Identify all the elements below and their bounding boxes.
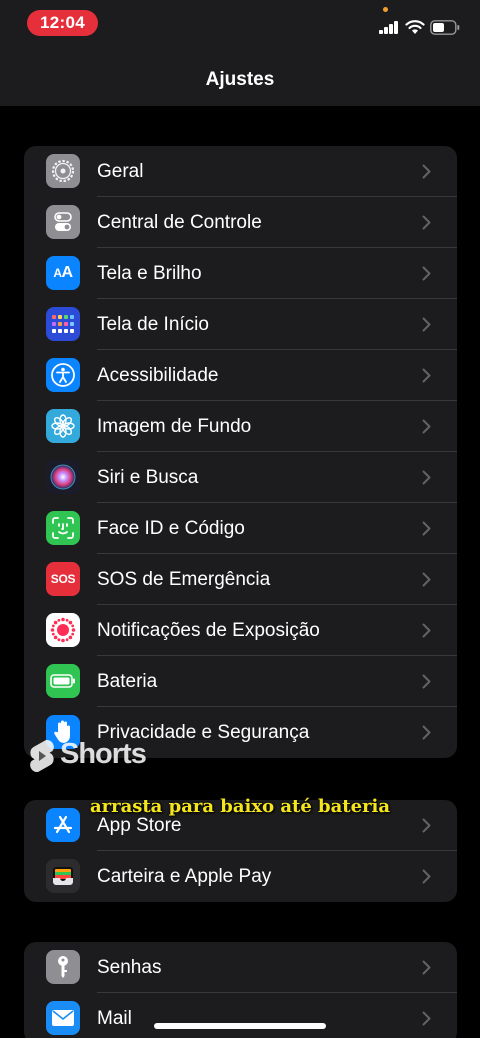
key-icon [46, 950, 80, 984]
settings-row-label: Siri e Busca [97, 467, 199, 488]
settings-row-label: Senhas [97, 957, 162, 978]
settings-row-tela-e-brilho[interactable]: AA Tela e Brilho [24, 248, 457, 299]
chevron-right-icon [422, 572, 431, 587]
shorts-label: Shorts [60, 738, 147, 770]
chevron-right-icon [422, 818, 431, 833]
settings-row-label: Face ID e Código [97, 518, 245, 539]
settings-row-acessibilidade[interactable]: Acessibilidade [24, 350, 457, 401]
shorts-watermark: Shorts [27, 736, 147, 776]
chevron-right-icon [422, 521, 431, 536]
battery-icon [46, 664, 80, 698]
settings-row-imagem-de-fundo[interactable]: Imagem de Fundo [24, 401, 457, 452]
battery-status-icon [430, 20, 460, 35]
page-title: Ajustes [205, 69, 275, 90]
privacy-indicator-dot [383, 7, 388, 12]
settings-row-siri-e-busca[interactable]: Siri e Busca [24, 452, 457, 503]
chevron-right-icon [422, 1011, 431, 1026]
settings-group-main: Geral Central de Controle AA Tela e Bril… [24, 146, 457, 758]
settings-row-label: Tela e Brilho [97, 263, 202, 284]
exposure-icon [46, 613, 80, 647]
settings-row-label: Carteira e Apple Pay [97, 866, 272, 887]
sos-icon: SOS [46, 562, 80, 596]
chevron-right-icon [422, 368, 431, 383]
settings-row-notificacoes-de-exposicao[interactable]: Notificações de Exposição [24, 605, 457, 656]
wallpaper-flower-icon [46, 409, 80, 443]
wifi-icon [405, 20, 425, 34]
status-bar: 12:04 [0, 0, 480, 50]
siri-icon [46, 460, 80, 494]
chevron-right-icon [422, 317, 431, 332]
settings-row-mail[interactable]: Mail [24, 993, 457, 1038]
nav-header: Ajustes [0, 50, 480, 106]
settings-row-label: Bateria [97, 671, 158, 692]
settings-row-label: Mail [97, 1008, 132, 1029]
settings-row-label: Central de Controle [97, 212, 262, 233]
chevron-right-icon [422, 869, 431, 884]
chevron-right-icon [422, 164, 431, 179]
settings-row-sos-de-emergencia[interactable]: SOS SOS de Emergência [24, 554, 457, 605]
chevron-right-icon [422, 725, 431, 740]
settings-row-label: Tela de Início [97, 314, 209, 335]
settings-row-senhas[interactable]: Senhas [24, 942, 457, 993]
cellular-signal-icon [379, 21, 399, 34]
chevron-right-icon [422, 623, 431, 638]
video-caption: arrasta para baixo até bateria [89, 796, 391, 817]
settings-row-tela-de-inicio[interactable]: Tela de Início [24, 299, 457, 350]
settings-row-label: Notificações de Exposição [97, 620, 320, 641]
settings-row-label: Imagem de Fundo [97, 416, 252, 437]
chevron-right-icon [422, 960, 431, 975]
accessibility-icon [46, 358, 80, 392]
chevron-right-icon [422, 266, 431, 281]
settings-row-face-id-e-codigo[interactable]: Face ID e Código [24, 503, 457, 554]
chevron-right-icon [422, 215, 431, 230]
settings-row-label: Acessibilidade [97, 365, 219, 386]
settings-row-bateria[interactable]: Bateria [24, 656, 457, 707]
toggles-icon [46, 205, 80, 239]
mail-icon [46, 1001, 80, 1035]
chevron-right-icon [422, 419, 431, 434]
gear-icon [46, 154, 80, 188]
home-indicator[interactable] [154, 1023, 326, 1029]
settings-row-central-de-controle[interactable]: Central de Controle [24, 197, 457, 248]
status-time[interactable]: 12:04 [27, 10, 98, 36]
wallet-icon [46, 859, 80, 893]
text-size-icon: AA [46, 256, 80, 290]
settings-row-geral[interactable]: Geral [24, 146, 457, 197]
settings-row-carteira-e-apple-pay[interactable]: Carteira e Apple Pay [24, 851, 457, 902]
chevron-right-icon [422, 470, 431, 485]
settings-row-label: Geral [97, 161, 144, 182]
shorts-logo-icon [30, 739, 54, 773]
home-grid-icon [46, 307, 80, 341]
settings-row-label: SOS de Emergência [97, 569, 271, 590]
chevron-right-icon [422, 674, 431, 689]
face-id-icon [46, 511, 80, 545]
